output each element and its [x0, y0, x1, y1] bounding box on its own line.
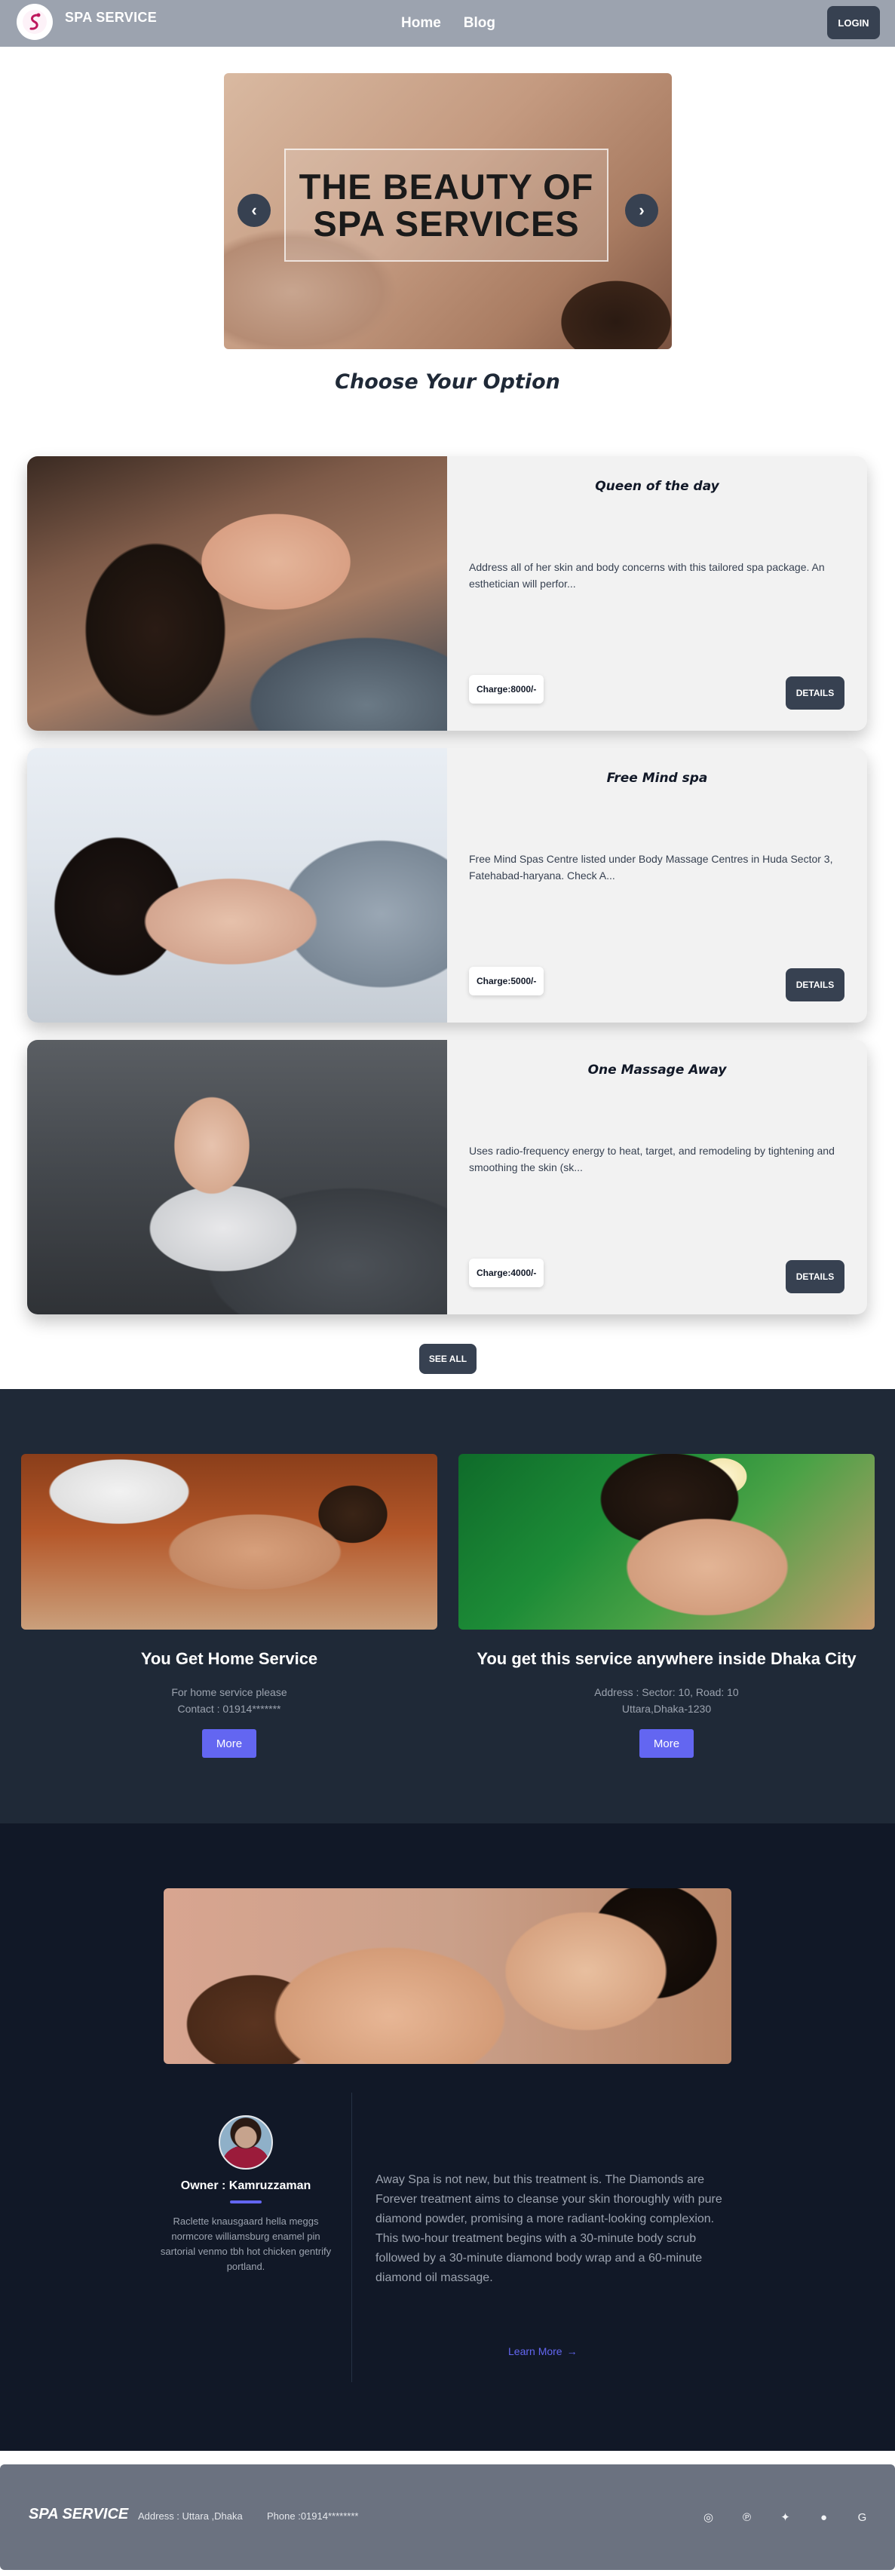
about-image — [164, 1888, 731, 2064]
google-icon[interactable]: G — [843, 2507, 881, 2528]
feature-city: Uttara,Dhaka-1230 — [621, 1703, 712, 1715]
hero-caption-line1: THE BEAUTY OF — [299, 166, 594, 207]
details-button[interactable]: DETAILS — [786, 968, 844, 1001]
feature-line: Address : Sector: 10, Road: 10 Uttara,Dh… — [458, 1684, 875, 1717]
learn-more-label: Learn More — [508, 2345, 562, 2357]
feature-title: You Get Home Service — [140, 1649, 318, 1668]
service-description: Uses radio-frequency energy to heat, tar… — [469, 1145, 835, 1173]
service-body: One Massage Away Uses radio-frequency en… — [447, 1040, 867, 1314]
service-description: Free Mind Spas Centre listed under Body … — [469, 853, 833, 882]
avatar — [219, 2115, 273, 2170]
feature-contact: Contact : 01914******* — [177, 1703, 281, 1715]
login-button[interactable]: LOGIN — [827, 6, 880, 39]
feature-address: Address : Sector: 10, Road: 10 — [594, 1686, 739, 1698]
hero-caption: THE BEAUTY OF SPA SERVICES — [284, 149, 608, 262]
feature-title: You get this service anywhere inside Dha… — [477, 1649, 857, 1668]
service-body: Free Mind spa Free Mind Spas Centre list… — [447, 748, 867, 1023]
feature-card: You Get Home Service For home service pl… — [21, 1454, 437, 1758]
service-image — [27, 1040, 447, 1314]
more-button[interactable]: More — [639, 1729, 694, 1758]
divider — [351, 2093, 352, 2382]
service-card: Queen of the day Address all of her skin… — [27, 456, 867, 731]
hero-carousel: THE BEAUTY OF SPA SERVICES ‹ › — [224, 73, 672, 349]
twitter-icon[interactable]: ✦ — [766, 2507, 805, 2528]
navbar: SPA SERVICE Home Blog LOGIN — [0, 0, 895, 47]
charge-badge: Charge:5000/- — [469, 967, 544, 995]
owner-name: Owner : Kamruzzaman — [180, 2179, 311, 2192]
owner-underline — [230, 2200, 262, 2203]
footer-address: Address : Uttara ,Dhaka — [138, 2510, 243, 2522]
instagram-icon[interactable]: ◎ — [689, 2507, 728, 2528]
learn-more-link[interactable]: Learn More → — [508, 2345, 578, 2357]
brand[interactable]: SPA SERVICE — [17, 4, 157, 40]
footer-phone: Phone :01914******** — [267, 2510, 359, 2522]
service-title: Queen of the day — [595, 479, 719, 494]
facebook-icon[interactable]: ● — [805, 2507, 843, 2528]
arrow-right-icon: → — [566, 2345, 578, 2357]
service-card: Free Mind spa Free Mind Spas Centre list… — [27, 748, 867, 1023]
nav-links: Home Blog — [401, 15, 495, 32]
features-section: You Get Home Service For home service pl… — [0, 1389, 895, 1823]
see-all-button[interactable]: SEE ALL — [419, 1344, 477, 1374]
hero-caption-line2: SPA SERVICES — [313, 204, 580, 244]
charge-badge: Charge:4000/- — [469, 1259, 544, 1287]
social-links: ◎ ℗ ✦ ● G — [689, 2507, 881, 2528]
owner-bio: Raclette knausgaard hella meggs normcore… — [160, 2216, 332, 2272]
nav-blog-link[interactable]: Blog — [464, 15, 495, 32]
service-image — [27, 748, 447, 1023]
pinterest-icon[interactable]: ℗ — [728, 2507, 766, 2528]
feature-image — [458, 1454, 875, 1630]
feature-line: For home service please Contact : 01914*… — [21, 1684, 437, 1717]
carousel-prev-icon[interactable]: ‹ — [238, 194, 271, 227]
service-title: One Massage Away — [587, 1063, 727, 1078]
details-button[interactable]: DETAILS — [786, 1260, 844, 1293]
nav-home-link[interactable]: Home — [401, 15, 441, 32]
feature-card: You get this service anywhere inside Dha… — [458, 1454, 875, 1758]
service-card: One Massage Away Uses radio-frequency en… — [27, 1040, 867, 1314]
section-title: Choose Your Option — [335, 370, 560, 394]
service-image — [27, 456, 447, 731]
feature-text: For home service please — [171, 1686, 287, 1698]
footer-brand: SPA SERVICE — [29, 2506, 129, 2522]
about-text: Away Spa is not new, but this treatment … — [375, 2173, 722, 2284]
footer: SPA SERVICE Address : Uttara ,Dhaka Phon… — [0, 2464, 895, 2570]
carousel-next-icon[interactable]: › — [625, 194, 658, 227]
details-button[interactable]: DETAILS — [786, 676, 844, 710]
service-description: Address all of her skin and body concern… — [469, 561, 825, 590]
feature-image — [21, 1454, 437, 1630]
more-button[interactable]: More — [202, 1729, 256, 1758]
service-body: Queen of the day Address all of her skin… — [447, 456, 867, 731]
brand-name: SPA SERVICE — [65, 10, 158, 25]
charge-badge: Charge:8000/- — [469, 675, 544, 704]
spa-logo-icon — [17, 4, 53, 40]
service-title: Free Mind spa — [606, 771, 708, 786]
about-section: Owner : Kamruzzaman Raclette knausgaard … — [0, 1823, 895, 2451]
